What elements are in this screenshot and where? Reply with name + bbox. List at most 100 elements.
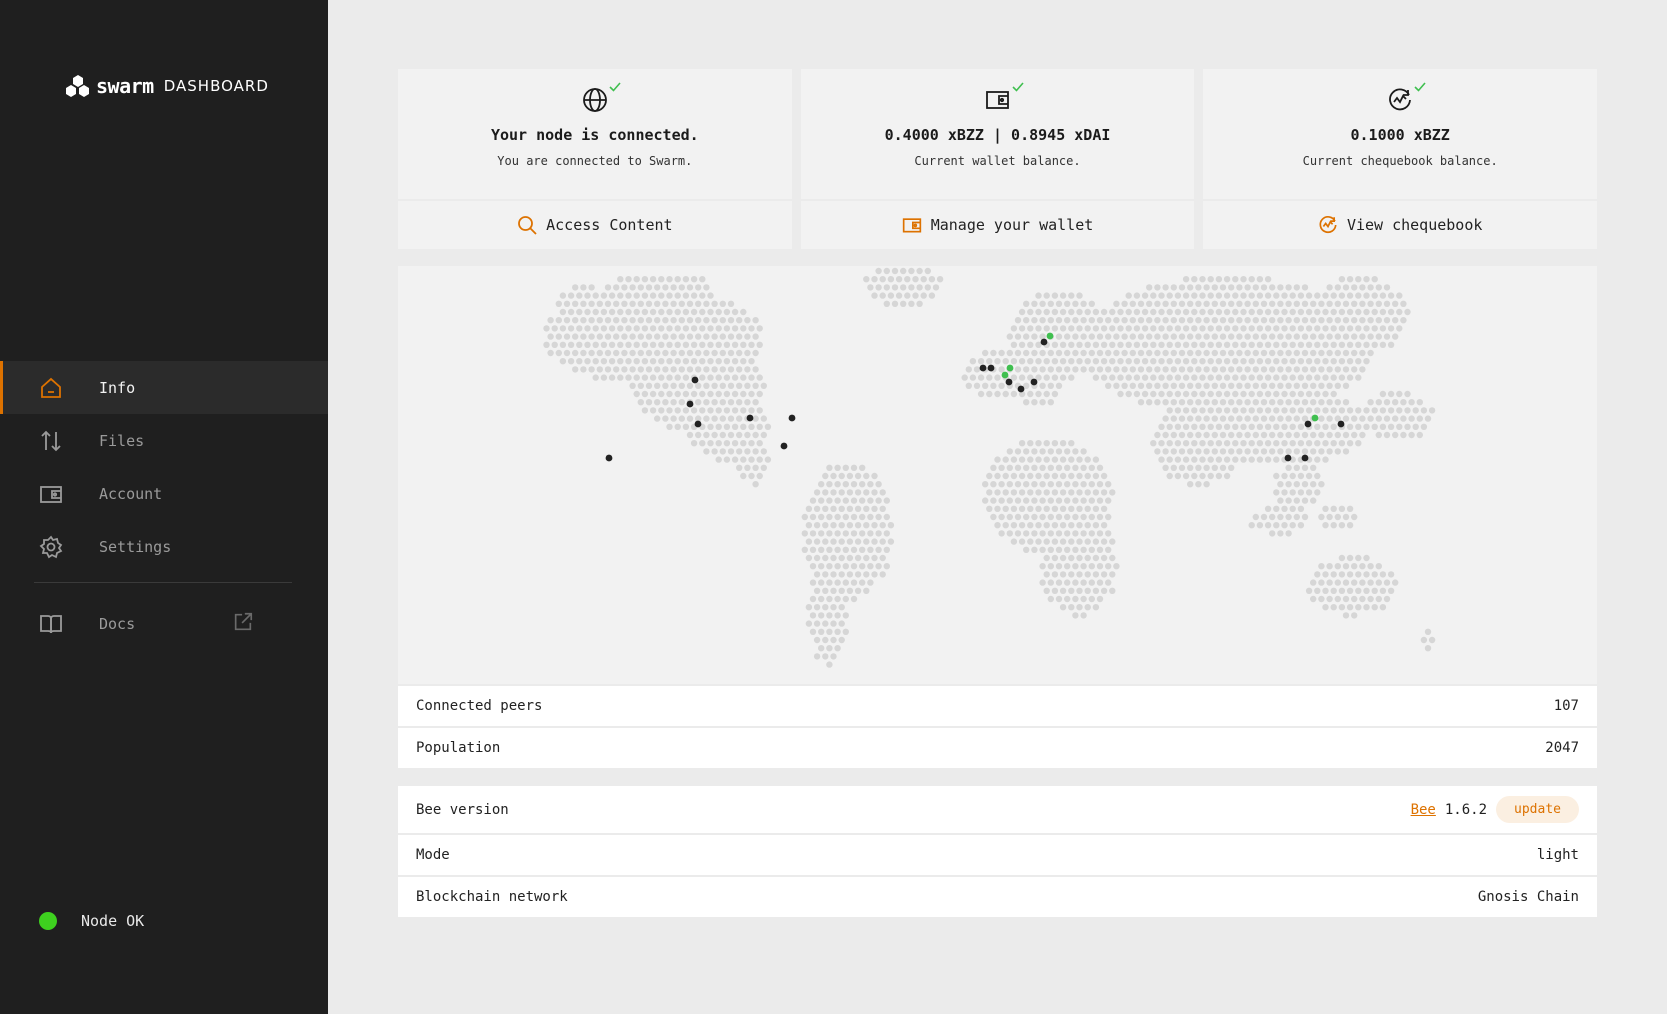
map-land-dot (1105, 333, 1112, 340)
map-land-dot (1092, 456, 1100, 463)
map-land-dot (1141, 341, 1149, 348)
map-land-dot (1342, 579, 1350, 586)
map-land-dot (1342, 284, 1350, 291)
map-land-dot (1207, 358, 1214, 365)
sidebar-item-account[interactable]: Account (0, 467, 328, 520)
map-land-dot (1199, 341, 1206, 348)
map-land-dot (842, 546, 849, 553)
map-land-dot (719, 415, 726, 422)
map-land-dot (555, 300, 562, 307)
map-land-dot (1375, 317, 1382, 324)
map-land-dot (879, 554, 886, 562)
update-button[interactable]: update (1496, 796, 1579, 823)
map-land-dot (1330, 440, 1337, 447)
map-land-dot (1232, 341, 1239, 348)
map-land-dot (1043, 325, 1050, 332)
map-land-dot (990, 464, 997, 471)
map-land-dot (1051, 358, 1059, 365)
sidebar-item-files[interactable]: Files (0, 414, 328, 467)
map-land-dot (752, 464, 759, 471)
map-land-dot (1191, 407, 1198, 414)
map-land-dot (1371, 308, 1378, 316)
map-land-dot (1293, 448, 1300, 455)
map-land-dot (604, 317, 612, 324)
map-land-dot (912, 276, 919, 283)
map-land-dot (1322, 390, 1329, 398)
map-land-dot (986, 489, 993, 496)
map-land-dot (662, 382, 669, 389)
map-land-dot (1084, 505, 1091, 512)
map-land-dot (617, 308, 624, 316)
map-land-dot (1297, 308, 1305, 316)
map-land-dot (1084, 554, 1091, 562)
sidebar-item-settings[interactable]: Settings (0, 520, 328, 573)
map-land-dot (1182, 456, 1190, 463)
map-land-dot (1330, 522, 1337, 529)
logo[interactable]: swarm DASHBOARD (66, 74, 269, 98)
map-land-dot (662, 300, 669, 307)
map-land-dot (1301, 333, 1309, 340)
node-status: Node OK (39, 912, 144, 930)
manage-wallet-button[interactable]: Manage your wallet (800, 201, 1195, 249)
map-land-dot (1014, 366, 1022, 373)
map-land-dot (1080, 448, 1087, 455)
map-land-dot (1027, 325, 1034, 332)
map-land-dot (1174, 440, 1182, 447)
map-land-dot (1215, 390, 1223, 398)
map-land-dot (567, 325, 575, 332)
sidebar-item-info[interactable]: Info (0, 361, 328, 414)
map-land-dot (1375, 415, 1382, 422)
map-land-dot (1043, 358, 1050, 365)
map-land-dot (1285, 333, 1292, 340)
map-land-dot (1055, 530, 1063, 537)
map-land-dot (1297, 423, 1305, 430)
map-land-dot (1355, 325, 1362, 332)
map-land-dot (1334, 448, 1341, 455)
map-land-dot (1084, 604, 1091, 611)
map-land-dot (744, 464, 751, 471)
bee-link[interactable]: Bee (1411, 802, 1436, 818)
map-land-dot (649, 407, 657, 414)
map-land-dot (641, 341, 649, 348)
map-land-dot (1207, 456, 1214, 463)
map-land-dot (1088, 530, 1095, 537)
wallet-icon (985, 82, 1024, 113)
map-land-dot (1318, 563, 1325, 570)
map-land-dot (1338, 587, 1346, 594)
map-land-dot (826, 497, 833, 504)
map-land-dot (748, 472, 755, 480)
map-land-dot (1129, 349, 1136, 357)
map-land-dot (838, 636, 845, 644)
map-land-dot (740, 440, 747, 447)
map-land-dot (1289, 440, 1296, 447)
map-land-dot (1072, 349, 1079, 357)
map-land-dot (994, 472, 1001, 480)
map-land-dot (1314, 358, 1321, 365)
map-land-dot (1068, 358, 1075, 365)
map-land-dot (1010, 522, 1018, 529)
view-chequebook-button[interactable]: View chequebook (1203, 201, 1598, 249)
map-land-dot (695, 366, 702, 373)
map-land-dot (1236, 382, 1243, 389)
map-land-dot (879, 538, 886, 545)
access-content-button[interactable]: Access Content (398, 201, 792, 249)
map-land-dot (1371, 423, 1378, 430)
map-land-dot (621, 317, 628, 324)
sidebar-item-docs[interactable]: Docs (0, 597, 328, 650)
map-land-dot (1346, 276, 1354, 283)
map-land-dot (1187, 382, 1194, 389)
map-land-dot (1244, 366, 1251, 373)
map-land-dot (1363, 292, 1370, 299)
map-land-dot (1158, 440, 1165, 447)
map-land-dot (678, 415, 685, 422)
map-land-dot (752, 382, 759, 389)
map-land-dot (1322, 308, 1329, 316)
map-land-dot (1396, 308, 1403, 316)
map-land-dot (1002, 390, 1009, 398)
map-land-dot (572, 284, 579, 291)
map-land-dot (1240, 276, 1247, 283)
map-land-dot (1023, 497, 1030, 504)
map-land-dot (846, 505, 854, 512)
map-land-dot (1068, 341, 1075, 348)
map-land-dot (969, 358, 977, 365)
